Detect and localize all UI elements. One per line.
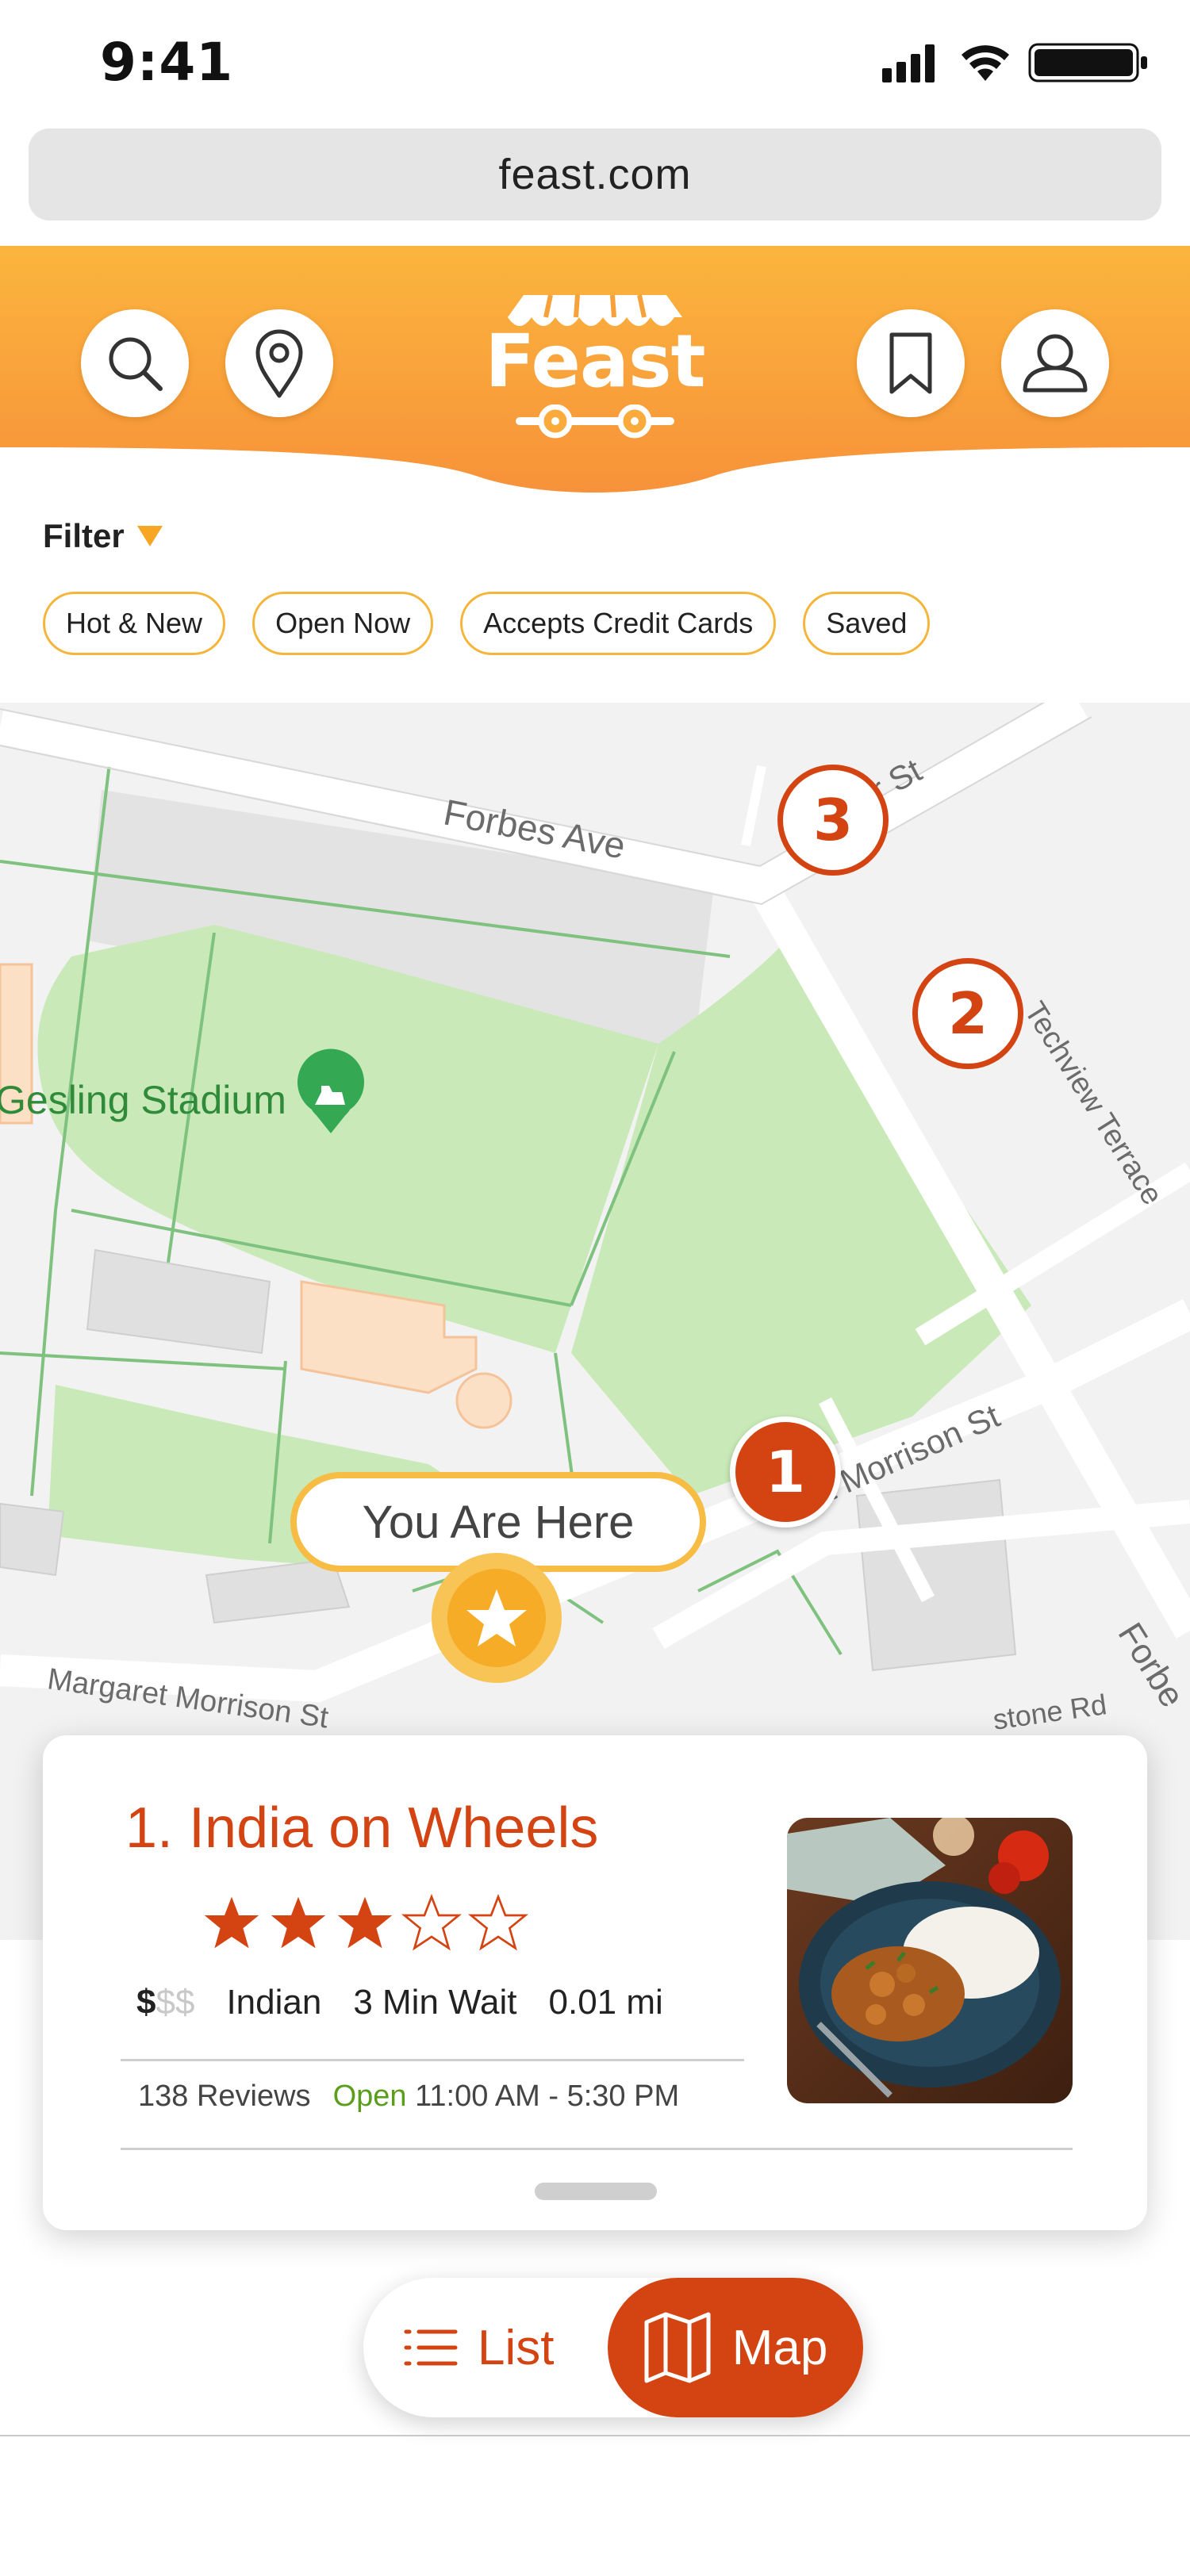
star-icon bbox=[466, 1589, 527, 1646]
hours: 11:00 AM - 5:30 PM bbox=[415, 2080, 680, 2113]
url-text: feast.com bbox=[498, 151, 692, 198]
saved-button[interactable] bbox=[857, 309, 965, 417]
restaurant-photo[interactable] bbox=[787, 1818, 1073, 2103]
caret-down-icon bbox=[136, 526, 163, 546]
map-pin-2[interactable]: 2 bbox=[912, 958, 1023, 1069]
search-button[interactable] bbox=[81, 309, 189, 417]
map-icon bbox=[644, 2312, 711, 2383]
cuisine: Indian bbox=[226, 1983, 322, 2022]
star-filled-icon bbox=[271, 1896, 326, 1949]
restaurant-card[interactable]: 1. India on Wheels $$$ Indian 3 Min Wait… bbox=[43, 1735, 1147, 2230]
chip-open-now[interactable]: Open Now bbox=[252, 592, 434, 655]
filter-chips: Hot & New Open Now Accepts Credit Cards … bbox=[43, 592, 931, 655]
restaurant-title[interactable]: 1. India on Wheels bbox=[125, 1796, 598, 1861]
price-level: $$$ bbox=[136, 1983, 195, 2022]
list-icon bbox=[404, 2329, 458, 2366]
signal-icon bbox=[882, 44, 935, 82]
star-rating bbox=[202, 1894, 528, 1951]
location-pin-icon bbox=[255, 329, 303, 398]
distance: 0.01 mi bbox=[548, 1983, 663, 2022]
map-view-button[interactable]: Map bbox=[608, 2278, 863, 2417]
map-place-label: Gesling Stadium bbox=[0, 1078, 286, 1122]
wheels-icon bbox=[516, 404, 674, 439]
search-icon bbox=[109, 337, 163, 391]
star-filled-icon bbox=[204, 1896, 259, 1949]
map-pin-3[interactable]: 3 bbox=[777, 765, 889, 876]
wait-time: 3 Min Wait bbox=[353, 1983, 517, 2022]
wifi-icon bbox=[962, 45, 1009, 81]
feast-logo[interactable]: Feast bbox=[484, 286, 706, 444]
filter-label: Filter bbox=[43, 517, 125, 554]
map-label: Map bbox=[731, 2320, 828, 2375]
url-bar[interactable]: feast.com bbox=[29, 128, 1161, 220]
status-time: 9:41 bbox=[100, 32, 234, 93]
divider bbox=[121, 2148, 1073, 2150]
chip-accepts-credit-cards[interactable]: Accepts Credit Cards bbox=[460, 592, 777, 655]
chip-hot-new[interactable]: Hot & New bbox=[43, 592, 226, 655]
logo-text: Feast bbox=[485, 319, 705, 404]
map-pin-1[interactable]: 1 bbox=[730, 1416, 841, 1528]
bookmark-icon bbox=[889, 332, 932, 394]
star-empty-icon bbox=[468, 1894, 528, 1951]
list-label: List bbox=[478, 2320, 555, 2375]
reviews-row: 138 Reviews Open 11:00 AM - 5:30 PM bbox=[138, 2080, 679, 2114]
review-count[interactable]: 138 Reviews bbox=[138, 2080, 311, 2114]
view-toggle: List Map bbox=[363, 2278, 863, 2417]
profile-button[interactable] bbox=[1001, 309, 1109, 417]
location-button[interactable] bbox=[225, 309, 333, 417]
current-location-marker[interactable] bbox=[432, 1553, 562, 1683]
drag-handle[interactable] bbox=[535, 2183, 657, 2200]
divider bbox=[0, 2435, 1190, 2436]
profile-icon bbox=[1023, 334, 1088, 393]
divider bbox=[121, 2059, 744, 2061]
status-bar: 9:41 bbox=[0, 0, 1190, 127]
status-icons bbox=[882, 43, 1147, 82]
restaurant-meta: $$$ Indian 3 Min Wait 0.01 mi bbox=[136, 1983, 663, 2022]
star-empty-icon bbox=[401, 1894, 462, 1951]
open-status: Open bbox=[332, 2080, 407, 2113]
filter-toggle[interactable]: Filter bbox=[43, 517, 164, 555]
star-filled-icon bbox=[337, 1896, 393, 1949]
battery-icon bbox=[1028, 43, 1147, 82]
list-view-button[interactable]: List bbox=[403, 2278, 554, 2417]
chip-saved[interactable]: Saved bbox=[803, 592, 931, 655]
